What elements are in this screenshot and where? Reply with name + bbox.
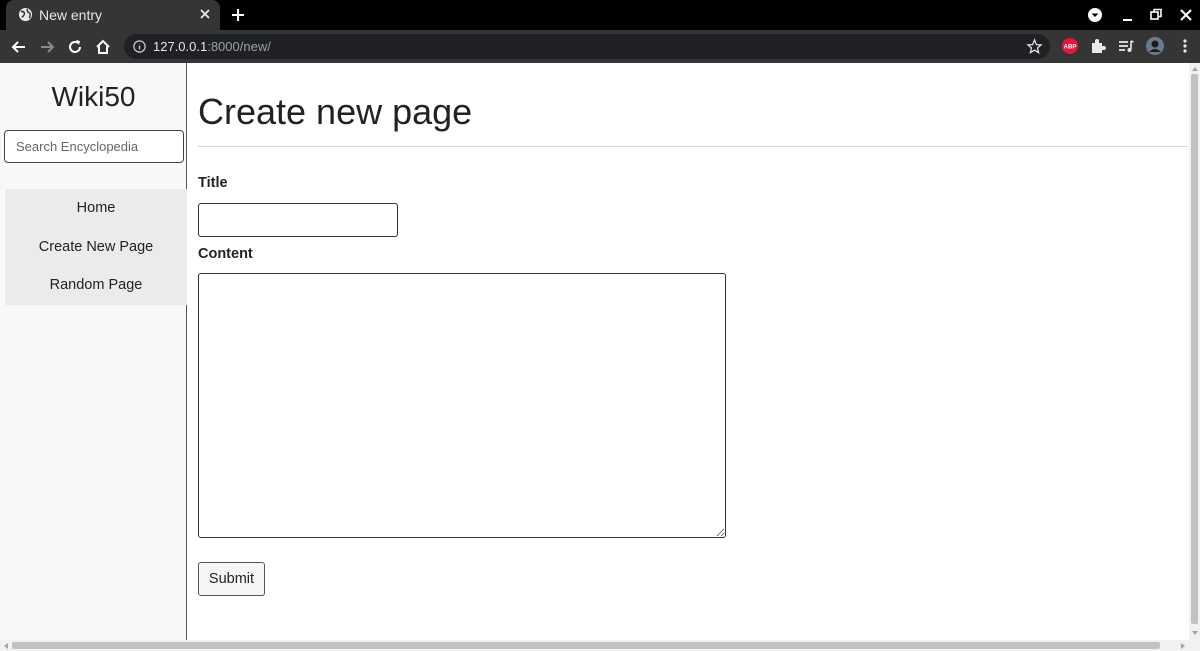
submit-button[interactable]: Submit xyxy=(198,562,265,596)
horizontal-scroll-thumb[interactable] xyxy=(12,642,1160,649)
horizontal-scrollbar[interactable] xyxy=(0,640,1200,651)
sidebar: Wiki50 Home Create New Page Random Page xyxy=(0,63,187,640)
nav-link-create-new-page[interactable]: Create New Page xyxy=(5,238,187,256)
bookmark-star-icon[interactable] xyxy=(1026,38,1043,55)
back-arrow-icon[interactable] xyxy=(9,37,29,57)
tab-strip: New entry xyxy=(0,0,1200,30)
address-bar[interactable]: 127.0.0.1:8000/new/ xyxy=(124,34,1050,59)
minimize-icon[interactable] xyxy=(1119,6,1137,24)
restore-icon[interactable] xyxy=(1147,6,1165,24)
site-logo: Wiki50 xyxy=(51,81,136,112)
page-title: Create new page xyxy=(198,91,473,132)
vertical-scrollbar[interactable] xyxy=(1189,63,1200,640)
scroll-down-arrow-icon[interactable] xyxy=(1191,629,1199,637)
title-input[interactable] xyxy=(198,203,398,237)
new-tab-icon[interactable] xyxy=(229,6,247,24)
globe-icon xyxy=(18,7,33,22)
nav-link-random-page[interactable]: Random Page xyxy=(5,276,187,294)
abp-label: ABP xyxy=(1064,45,1077,51)
nav-link-home[interactable]: Home xyxy=(5,199,187,217)
divider xyxy=(198,146,1188,147)
kebab-menu-icon[interactable] xyxy=(1175,36,1195,56)
media-queue-icon[interactable] xyxy=(1116,36,1136,56)
info-icon[interactable] xyxy=(132,39,147,54)
close-tab-icon[interactable] xyxy=(196,5,214,23)
adblock-plus-icon[interactable]: ABP xyxy=(1060,36,1080,56)
tab-search-icon[interactable] xyxy=(1086,6,1104,24)
sidebar-nav: Home Create New Page Random Page xyxy=(5,189,187,305)
scroll-right-arrow-icon[interactable] xyxy=(1179,642,1187,650)
close-window-icon[interactable] xyxy=(1177,6,1195,24)
web-page: Wiki50 Home Create New Page Random Page … xyxy=(0,63,1189,640)
browser-tab[interactable]: New entry xyxy=(6,0,220,30)
extensions-puzzle-icon[interactable] xyxy=(1088,36,1108,56)
tab-title: New entry xyxy=(39,7,103,23)
content-label: Content xyxy=(198,246,253,262)
content-textarea[interactable] xyxy=(198,273,726,538)
scroll-left-arrow-icon[interactable] xyxy=(2,642,10,650)
scroll-up-arrow-icon[interactable] xyxy=(1191,65,1199,73)
search-input[interactable] xyxy=(4,130,184,163)
title-label: Title xyxy=(198,175,228,191)
vertical-scroll-thumb[interactable] xyxy=(1191,74,1198,624)
url-path: :8000/new/ xyxy=(207,39,271,54)
profile-avatar-icon[interactable] xyxy=(1145,36,1165,56)
home-icon[interactable] xyxy=(93,37,113,57)
main-content: Create new page Title Content Submit xyxy=(198,63,1189,640)
url-host: 127.0.0.1 xyxy=(153,39,208,54)
url-text[interactable]: 127.0.0.1:8000/new/ xyxy=(153,38,271,55)
forward-arrow-icon[interactable] xyxy=(37,37,57,57)
reload-icon[interactable] xyxy=(65,37,85,57)
